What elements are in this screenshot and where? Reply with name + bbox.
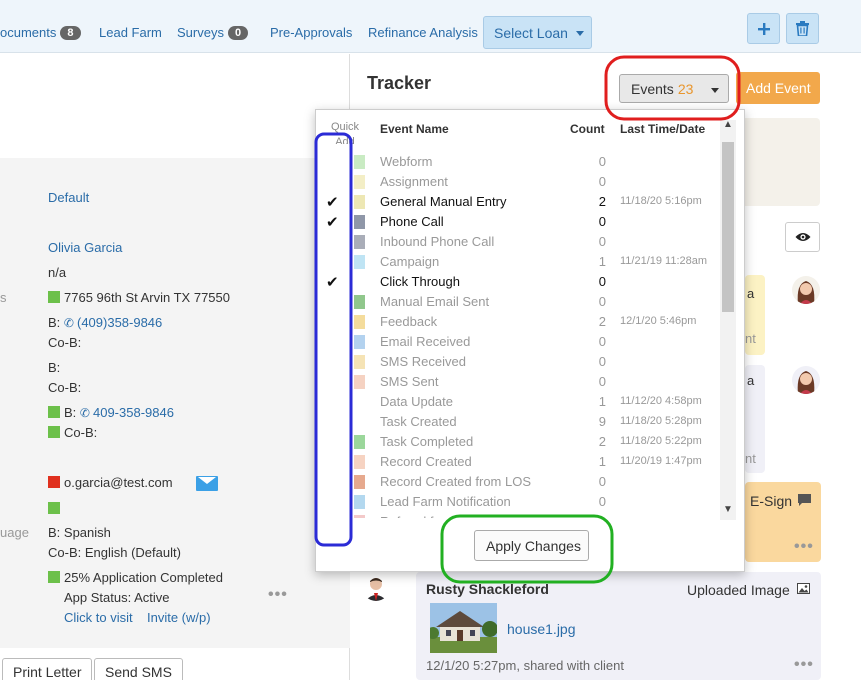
- annotation-highlights: [314, 55, 741, 584]
- blue-highlight-outline: [314, 132, 353, 547]
- green-highlight-outline: [440, 514, 614, 584]
- red-highlight-outline: [604, 55, 741, 121]
